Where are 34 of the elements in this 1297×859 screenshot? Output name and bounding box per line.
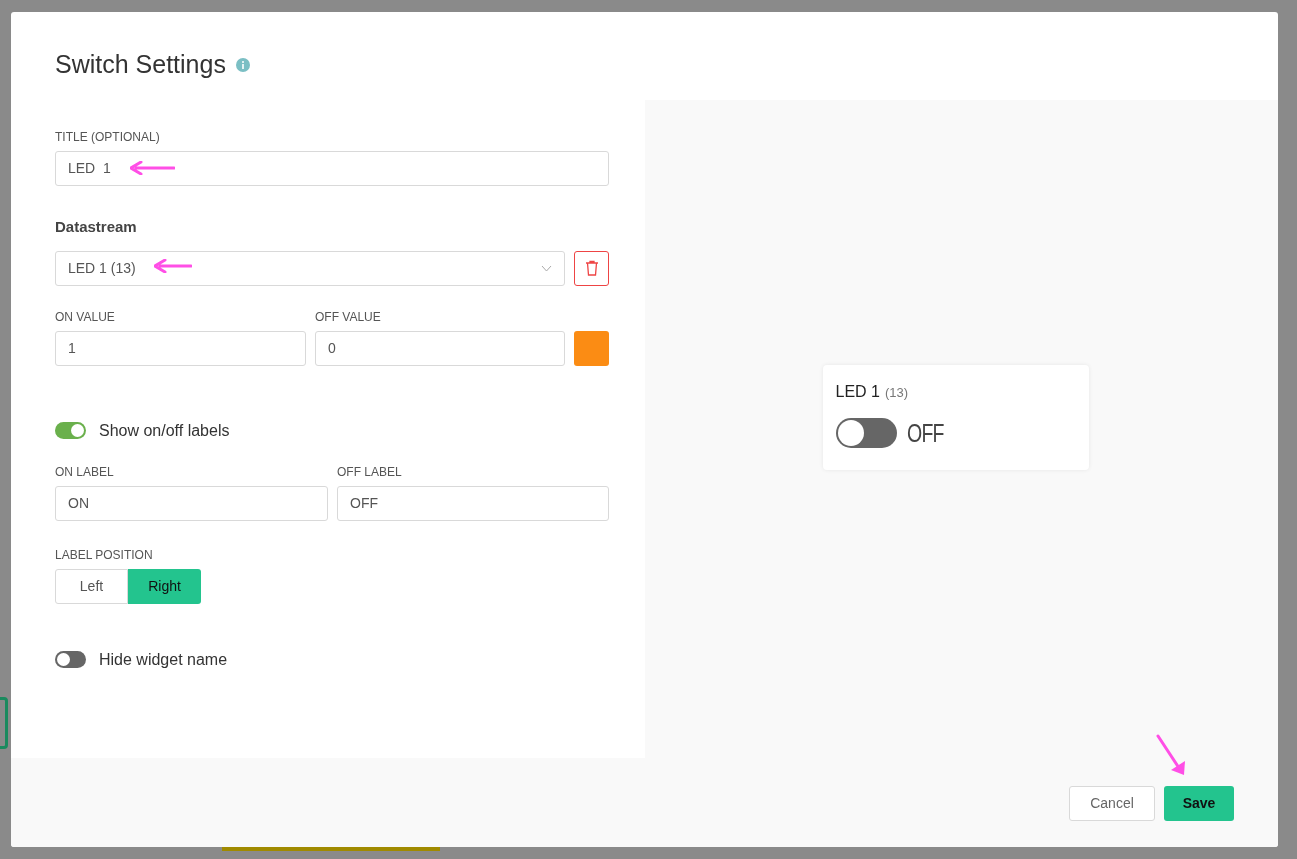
delete-button[interactable]	[574, 250, 609, 286]
save-button[interactable]: Save	[1164, 786, 1234, 821]
annotation-arrow	[154, 259, 192, 273]
input-field[interactable]: OFF	[337, 485, 609, 521]
dialog-title: Switch Settings	[55, 49, 226, 81]
trash-icon	[584, 260, 599, 276]
field-label: ON VALUE	[55, 308, 116, 326]
field-label: OFF VALUE	[315, 308, 382, 326]
input-field[interactable]: ON	[55, 485, 328, 521]
annotation-arrow	[130, 161, 175, 175]
field-label: OFF LABEL	[337, 463, 403, 481]
toggle-label: Show on/off labels	[99, 420, 230, 441]
toggle-switch[interactable]	[55, 422, 86, 439]
cancel-button[interactable]: Cancel	[1069, 786, 1155, 821]
widget-pin: (13)	[884, 383, 909, 402]
color-swatch[interactable]	[574, 330, 609, 366]
input-field[interactable]: 0	[315, 330, 565, 366]
widget-name: LED 1	[835, 381, 880, 402]
section-heading: Datastream	[55, 217, 138, 237]
annotation-arrow	[1155, 733, 1187, 777]
switch-state-label: OFF	[906, 416, 944, 450]
field-label: ON LABEL	[55, 463, 115, 481]
chevron-down-icon	[541, 264, 552, 272]
input-field[interactable]: LED 1	[55, 151, 609, 186]
segment-option[interactable]: Left	[55, 568, 128, 604]
field-label: TITLE (OPTIONAL)	[55, 129, 161, 146]
input-field[interactable]: 1	[55, 330, 306, 366]
segment-option[interactable]: Right	[128, 568, 201, 604]
toggle-switch[interactable]	[55, 651, 86, 668]
info-icon	[235, 58, 250, 72]
toggle-label: Hide widget name	[99, 649, 228, 670]
field-label: LABEL POSITION	[55, 546, 154, 564]
datastream-select[interactable]: LED 1 (13)	[55, 250, 565, 286]
switch-toggle[interactable]	[835, 418, 897, 448]
